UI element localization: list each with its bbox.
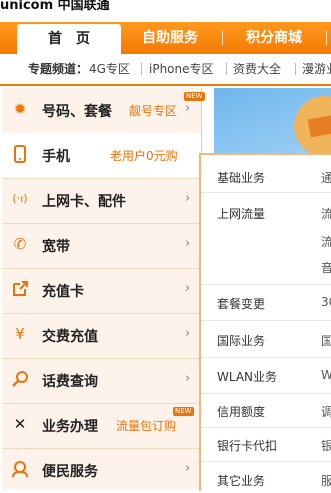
category-menu: ✹ 号码、套餐 靓号专区 NEW › 手机 老用户0元购 (·ı) 上网卡、配件… — [2, 88, 205, 489]
submenu-value[interactable]: 调 — [321, 403, 331, 420]
menu-item-label: 宽带 — [42, 239, 70, 255]
link-4g[interactable]: 4G专区 — [89, 56, 130, 82]
promo-link[interactable]: 流量包订购 — [116, 417, 176, 434]
submenu-label: 基础业务 — [217, 171, 266, 185]
nav-underline — [0, 84, 331, 86]
menu-item-label: 上网卡、配件 — [42, 194, 126, 210]
menu-item-broadband[interactable]: ✆ 宽带 › — [2, 223, 201, 269]
divider — [141, 63, 142, 75]
submenu-row[interactable]: 套餐变更 3G — [201, 285, 331, 321]
submenu-row[interactable]: 信用额度 调 — [201, 394, 331, 428]
menu-item-label: 号码、套餐 — [42, 104, 112, 120]
submenu-label: 信用额度 — [217, 405, 266, 419]
chevron-right-icon: › — [185, 326, 191, 341]
logo[interactable]: unicom 中国联通 — [0, 0, 331, 14]
submenu-panel: 基础业务 通 上网流量 流 流 音 套餐变更 3G 国际业务 国 WLAN业务 … — [199, 153, 331, 491]
special-channel-label: 专题频道： — [28, 62, 89, 76]
submenu-row[interactable]: WLAN业务 W — [201, 358, 331, 394]
submenu-row[interactable]: 上网流量 流 流 音 — [201, 193, 331, 285]
submenu-row[interactable]: 其它业务 服 — [201, 462, 331, 491]
submenu-value[interactable]: 服 — [321, 472, 331, 489]
submenu-row[interactable]: 银行卡代扣 银 — [201, 428, 331, 462]
gear-icon: ✹ — [13, 100, 27, 118]
menu-item-label: 手机 — [42, 149, 70, 165]
chevron-right-icon: › — [185, 371, 191, 386]
main-nav: 首 页 自助服务 积分商城 — [0, 22, 331, 54]
menu-item-label: 充值卡 — [42, 284, 84, 300]
phone-icon — [11, 145, 29, 163]
nav-divider — [326, 31, 327, 45]
submenu-value[interactable]: 流 — [321, 233, 331, 250]
special-channel-bar: 专题频道： 4G专区 iPhone专区 资费大全 漫游业 — [0, 56, 331, 82]
telephone-icon: ✆ — [13, 235, 27, 253]
chevron-right-icon: › — [185, 281, 191, 296]
menu-item-label: 业务办理 — [42, 419, 98, 435]
submenu-label: 银行卡代扣 — [217, 439, 278, 453]
new-badge: NEW — [184, 92, 205, 101]
menu-item-label: 交费充值 — [42, 329, 98, 345]
new-badge: NEW — [173, 407, 194, 416]
tools-icon: ✕ — [13, 415, 27, 433]
link-tariffs[interactable]: 资费大全 — [233, 56, 281, 82]
chevron-right-icon: › — [185, 191, 191, 206]
submenu-label: 套餐变更 — [217, 297, 266, 311]
menu-item-label: 话费查询 — [42, 374, 98, 390]
submenu-label: 国际业务 — [217, 334, 266, 348]
menu-item-bill-query[interactable]: 话费查询 › — [2, 358, 201, 404]
external-link-icon — [11, 280, 29, 298]
submenu-value[interactable]: W — [321, 368, 331, 382]
submenu-label: 上网流量 — [217, 207, 266, 221]
submenu-value[interactable]: 音 — [321, 259, 331, 276]
link-roaming[interactable]: 漫游业 — [302, 56, 331, 82]
promo-link[interactable]: 老用户0元购 — [110, 147, 178, 164]
menu-item-label: 便民服务 — [42, 464, 98, 480]
menu-item-convenience[interactable]: 便民服务 › — [2, 448, 201, 493]
menu-item-datacards[interactable]: (·ı) 上网卡、配件 › — [2, 178, 201, 224]
nav-divider — [222, 31, 223, 45]
submenu-value[interactable]: 流 — [321, 205, 331, 222]
menu-item-business[interactable]: ✕ 业务办理 流量包订购 NEW — [2, 403, 201, 449]
promo-link[interactable]: 靓号专区 — [129, 102, 177, 119]
chevron-right-icon: › — [185, 461, 191, 476]
submenu-label: WLAN业务 — [217, 370, 278, 384]
submenu-row[interactable]: 国际业务 国 — [201, 321, 331, 358]
yen-icon: ¥ — [15, 325, 25, 343]
promo-banner[interactable] — [214, 88, 331, 158]
tab-self-service[interactable]: 自助服务 — [125, 22, 215, 54]
magnifier-icon — [11, 370, 29, 388]
submenu-row[interactable]: 基础业务 通 — [201, 155, 331, 193]
tab-points-mall[interactable]: 积分商城 — [228, 22, 320, 54]
submenu-value[interactable]: 银 — [321, 437, 331, 454]
submenu-value[interactable]: 3G — [321, 295, 331, 309]
chevron-right-icon: › — [185, 101, 191, 116]
menu-item-payment[interactable]: ¥ 交费充值 › — [2, 313, 201, 359]
divider — [226, 63, 227, 75]
menu-item-numbers-plans[interactable]: ✹ 号码、套餐 靓号专区 NEW › — [2, 88, 205, 134]
antenna-icon: (·ı) — [12, 192, 28, 205]
tab-home[interactable]: 首 页 — [17, 24, 121, 54]
link-iphone[interactable]: iPhone专区 — [149, 56, 214, 82]
submenu-value[interactable]: 国 — [321, 332, 331, 349]
submenu-label: 其它业务 — [217, 474, 266, 488]
chevron-right-icon: › — [185, 236, 191, 251]
submenu-value[interactable]: 通 — [321, 169, 331, 186]
menu-item-phones[interactable]: 手机 老用户0元购 — [2, 133, 201, 179]
divider — [295, 63, 296, 75]
people-icon — [11, 460, 29, 478]
menu-item-topup-cards[interactable]: 充值卡 › — [2, 268, 201, 314]
